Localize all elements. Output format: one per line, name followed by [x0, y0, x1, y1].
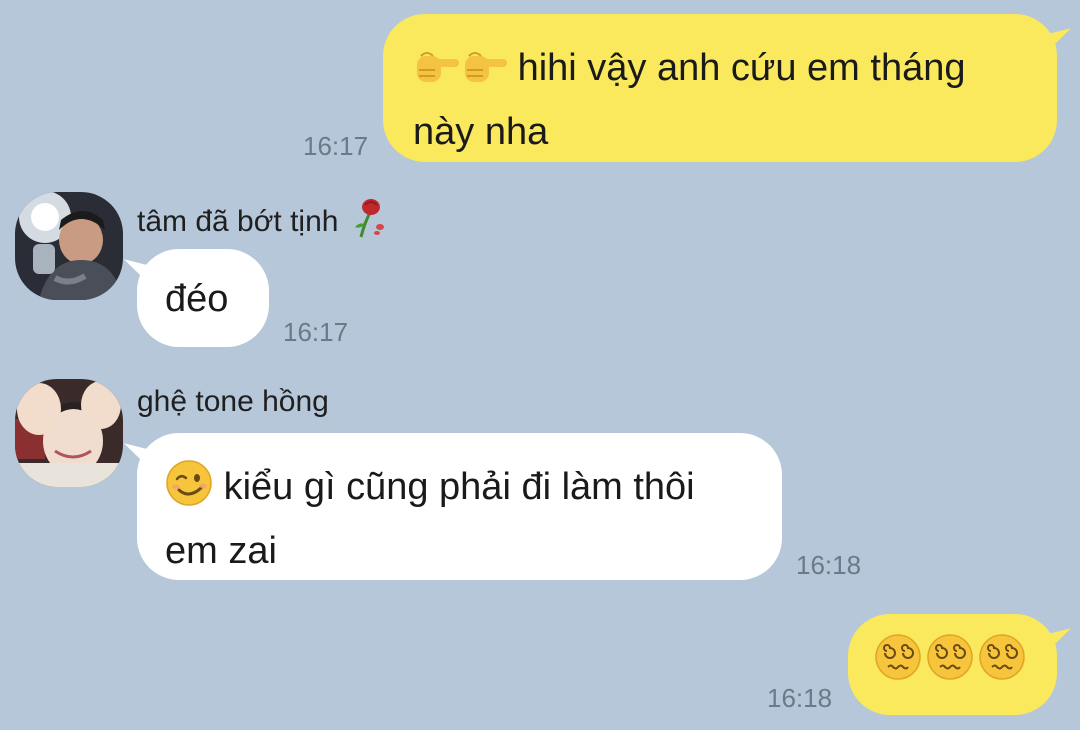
dizzy-face-icon [978, 633, 1026, 697]
avatar[interactable] [15, 379, 123, 487]
message-timestamp: 16:17 [283, 317, 349, 347]
message-text: hihi vậy anh cứu em tháng [517, 47, 966, 89]
dizzy-face-icon [874, 633, 922, 697]
dizzy-face-icon [926, 633, 974, 697]
message-timestamp: 16:18 [796, 550, 862, 580]
message-timestamp: 16:17 [303, 131, 369, 161]
message-text: đéo [165, 278, 229, 320]
message-text-line: hihi vậy anh cứu em tháng [413, 40, 1027, 104]
bubble-tail [124, 259, 154, 289]
chat-thread: hihi vậy anh cứu em tháng này nha 16:17 … [0, 0, 1080, 730]
sender-name: tâm đã bớt tịnh [137, 197, 387, 248]
message-bubble-received[interactable]: kiểu gì cũng phải đi làm thôi em zai [124, 433, 782, 580]
message-text: kiểu gì cũng phải đi làm thôi [223, 466, 695, 508]
avatar[interactable] [15, 192, 123, 300]
message-bubble-sent[interactable]: hihi vậy anh cứu em tháng này nha [383, 14, 1071, 162]
sender-name: ghệ tone hồng [137, 385, 329, 418]
bubble-tail [1041, 28, 1071, 58]
message-text-line: kiểu gì cũng phải đi làm thôi [165, 459, 754, 523]
bubble-tail [1041, 628, 1071, 658]
winking-face-icon [165, 459, 213, 523]
message-bubble-received[interactable]: đéo [124, 249, 269, 347]
message-text: này nha [413, 111, 549, 153]
message-text: em zai [165, 530, 277, 572]
pointing-hands-icon [413, 44, 507, 104]
message-timestamp: 16:18 [767, 683, 833, 713]
message-bubble-sent[interactable] [848, 614, 1071, 715]
bubble-tail [124, 443, 154, 473]
wilted-rose-icon [347, 197, 387, 248]
